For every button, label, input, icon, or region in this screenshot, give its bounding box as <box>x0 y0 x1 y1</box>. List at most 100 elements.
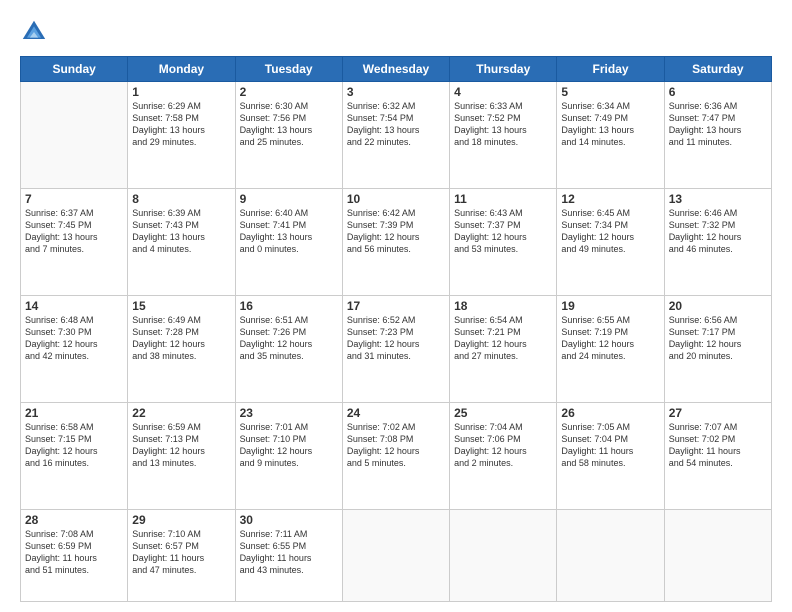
cell-info: Sunrise: 6:55 AM Sunset: 7:19 PM Dayligh… <box>561 314 659 363</box>
calendar-cell: 24Sunrise: 7:02 AM Sunset: 7:08 PM Dayli… <box>342 402 449 509</box>
calendar-cell: 27Sunrise: 7:07 AM Sunset: 7:02 PM Dayli… <box>664 402 771 509</box>
calendar-cell: 26Sunrise: 7:05 AM Sunset: 7:04 PM Dayli… <box>557 402 664 509</box>
calendar-cell: 19Sunrise: 6:55 AM Sunset: 7:19 PM Dayli… <box>557 295 664 402</box>
calendar-cell: 29Sunrise: 7:10 AM Sunset: 6:57 PM Dayli… <box>128 509 235 601</box>
calendar-cell: 25Sunrise: 7:04 AM Sunset: 7:06 PM Dayli… <box>450 402 557 509</box>
cell-info: Sunrise: 6:46 AM Sunset: 7:32 PM Dayligh… <box>669 207 767 256</box>
cell-info: Sunrise: 6:34 AM Sunset: 7:49 PM Dayligh… <box>561 100 659 149</box>
calendar-cell: 11Sunrise: 6:43 AM Sunset: 7:37 PM Dayli… <box>450 188 557 295</box>
day-number: 6 <box>669 85 767 99</box>
calendar-cell: 15Sunrise: 6:49 AM Sunset: 7:28 PM Dayli… <box>128 295 235 402</box>
cell-info: Sunrise: 6:54 AM Sunset: 7:21 PM Dayligh… <box>454 314 552 363</box>
day-header: Saturday <box>664 57 771 82</box>
calendar-cell: 21Sunrise: 6:58 AM Sunset: 7:15 PM Dayli… <box>21 402 128 509</box>
calendar-cell: 22Sunrise: 6:59 AM Sunset: 7:13 PM Dayli… <box>128 402 235 509</box>
calendar-cell: 12Sunrise: 6:45 AM Sunset: 7:34 PM Dayli… <box>557 188 664 295</box>
day-number: 30 <box>240 513 338 527</box>
calendar-cell: 7Sunrise: 6:37 AM Sunset: 7:45 PM Daylig… <box>21 188 128 295</box>
day-header: Wednesday <box>342 57 449 82</box>
calendar-week-row: 21Sunrise: 6:58 AM Sunset: 7:15 PM Dayli… <box>21 402 772 509</box>
day-number: 9 <box>240 192 338 206</box>
day-number: 27 <box>669 406 767 420</box>
day-header: Sunday <box>21 57 128 82</box>
day-number: 8 <box>132 192 230 206</box>
calendar-cell: 18Sunrise: 6:54 AM Sunset: 7:21 PM Dayli… <box>450 295 557 402</box>
day-number: 13 <box>669 192 767 206</box>
calendar-week-row: 14Sunrise: 6:48 AM Sunset: 7:30 PM Dayli… <box>21 295 772 402</box>
day-number: 23 <box>240 406 338 420</box>
calendar-cell: 4Sunrise: 6:33 AM Sunset: 7:52 PM Daylig… <box>450 82 557 189</box>
day-header: Monday <box>128 57 235 82</box>
day-number: 18 <box>454 299 552 313</box>
cell-info: Sunrise: 6:51 AM Sunset: 7:26 PM Dayligh… <box>240 314 338 363</box>
day-number: 26 <box>561 406 659 420</box>
cell-info: Sunrise: 6:33 AM Sunset: 7:52 PM Dayligh… <box>454 100 552 149</box>
cell-info: Sunrise: 6:48 AM Sunset: 7:30 PM Dayligh… <box>25 314 123 363</box>
day-header: Friday <box>557 57 664 82</box>
calendar-cell: 23Sunrise: 7:01 AM Sunset: 7:10 PM Dayli… <box>235 402 342 509</box>
logo-icon <box>20 18 48 46</box>
calendar-week-row: 7Sunrise: 6:37 AM Sunset: 7:45 PM Daylig… <box>21 188 772 295</box>
calendar-cell: 16Sunrise: 6:51 AM Sunset: 7:26 PM Dayli… <box>235 295 342 402</box>
calendar-cell: 30Sunrise: 7:11 AM Sunset: 6:55 PM Dayli… <box>235 509 342 601</box>
day-number: 10 <box>347 192 445 206</box>
cell-info: Sunrise: 7:10 AM Sunset: 6:57 PM Dayligh… <box>132 528 230 577</box>
cell-info: Sunrise: 6:40 AM Sunset: 7:41 PM Dayligh… <box>240 207 338 256</box>
cell-info: Sunrise: 7:04 AM Sunset: 7:06 PM Dayligh… <box>454 421 552 470</box>
cell-info: Sunrise: 7:11 AM Sunset: 6:55 PM Dayligh… <box>240 528 338 577</box>
calendar-cell <box>557 509 664 601</box>
day-number: 4 <box>454 85 552 99</box>
day-number: 22 <box>132 406 230 420</box>
cell-info: Sunrise: 7:01 AM Sunset: 7:10 PM Dayligh… <box>240 421 338 470</box>
header <box>20 18 772 46</box>
day-number: 1 <box>132 85 230 99</box>
calendar-cell: 20Sunrise: 6:56 AM Sunset: 7:17 PM Dayli… <box>664 295 771 402</box>
day-number: 28 <box>25 513 123 527</box>
day-header: Thursday <box>450 57 557 82</box>
day-number: 25 <box>454 406 552 420</box>
day-number: 7 <box>25 192 123 206</box>
cell-info: Sunrise: 6:59 AM Sunset: 7:13 PM Dayligh… <box>132 421 230 470</box>
cell-info: Sunrise: 6:56 AM Sunset: 7:17 PM Dayligh… <box>669 314 767 363</box>
calendar-cell: 17Sunrise: 6:52 AM Sunset: 7:23 PM Dayli… <box>342 295 449 402</box>
cell-info: Sunrise: 7:05 AM Sunset: 7:04 PM Dayligh… <box>561 421 659 470</box>
calendar-table: SundayMondayTuesdayWednesdayThursdayFrid… <box>20 56 772 602</box>
cell-info: Sunrise: 6:45 AM Sunset: 7:34 PM Dayligh… <box>561 207 659 256</box>
calendar-cell: 3Sunrise: 6:32 AM Sunset: 7:54 PM Daylig… <box>342 82 449 189</box>
cell-info: Sunrise: 6:36 AM Sunset: 7:47 PM Dayligh… <box>669 100 767 149</box>
day-number: 17 <box>347 299 445 313</box>
calendar-cell: 10Sunrise: 6:42 AM Sunset: 7:39 PM Dayli… <box>342 188 449 295</box>
calendar-cell: 14Sunrise: 6:48 AM Sunset: 7:30 PM Dayli… <box>21 295 128 402</box>
calendar-cell: 5Sunrise: 6:34 AM Sunset: 7:49 PM Daylig… <box>557 82 664 189</box>
day-number: 14 <box>25 299 123 313</box>
calendar-cell <box>450 509 557 601</box>
day-number: 24 <box>347 406 445 420</box>
cell-info: Sunrise: 6:43 AM Sunset: 7:37 PM Dayligh… <box>454 207 552 256</box>
cell-info: Sunrise: 6:30 AM Sunset: 7:56 PM Dayligh… <box>240 100 338 149</box>
cell-info: Sunrise: 6:32 AM Sunset: 7:54 PM Dayligh… <box>347 100 445 149</box>
calendar-week-row: 28Sunrise: 7:08 AM Sunset: 6:59 PM Dayli… <box>21 509 772 601</box>
day-number: 15 <box>132 299 230 313</box>
cell-info: Sunrise: 6:52 AM Sunset: 7:23 PM Dayligh… <box>347 314 445 363</box>
cell-info: Sunrise: 7:07 AM Sunset: 7:02 PM Dayligh… <box>669 421 767 470</box>
calendar-week-row: 1Sunrise: 6:29 AM Sunset: 7:58 PM Daylig… <box>21 82 772 189</box>
day-number: 16 <box>240 299 338 313</box>
calendar-cell: 8Sunrise: 6:39 AM Sunset: 7:43 PM Daylig… <box>128 188 235 295</box>
calendar-cell <box>21 82 128 189</box>
calendar-cell: 6Sunrise: 6:36 AM Sunset: 7:47 PM Daylig… <box>664 82 771 189</box>
cell-info: Sunrise: 6:42 AM Sunset: 7:39 PM Dayligh… <box>347 207 445 256</box>
header-row: SundayMondayTuesdayWednesdayThursdayFrid… <box>21 57 772 82</box>
cell-info: Sunrise: 6:49 AM Sunset: 7:28 PM Dayligh… <box>132 314 230 363</box>
cell-info: Sunrise: 6:29 AM Sunset: 7:58 PM Dayligh… <box>132 100 230 149</box>
day-header: Tuesday <box>235 57 342 82</box>
day-number: 29 <box>132 513 230 527</box>
day-number: 19 <box>561 299 659 313</box>
cell-info: Sunrise: 6:58 AM Sunset: 7:15 PM Dayligh… <box>25 421 123 470</box>
cell-info: Sunrise: 6:37 AM Sunset: 7:45 PM Dayligh… <box>25 207 123 256</box>
day-number: 2 <box>240 85 338 99</box>
day-number: 3 <box>347 85 445 99</box>
day-number: 20 <box>669 299 767 313</box>
calendar-cell: 2Sunrise: 6:30 AM Sunset: 7:56 PM Daylig… <box>235 82 342 189</box>
calendar-cell <box>342 509 449 601</box>
calendar-cell: 13Sunrise: 6:46 AM Sunset: 7:32 PM Dayli… <box>664 188 771 295</box>
